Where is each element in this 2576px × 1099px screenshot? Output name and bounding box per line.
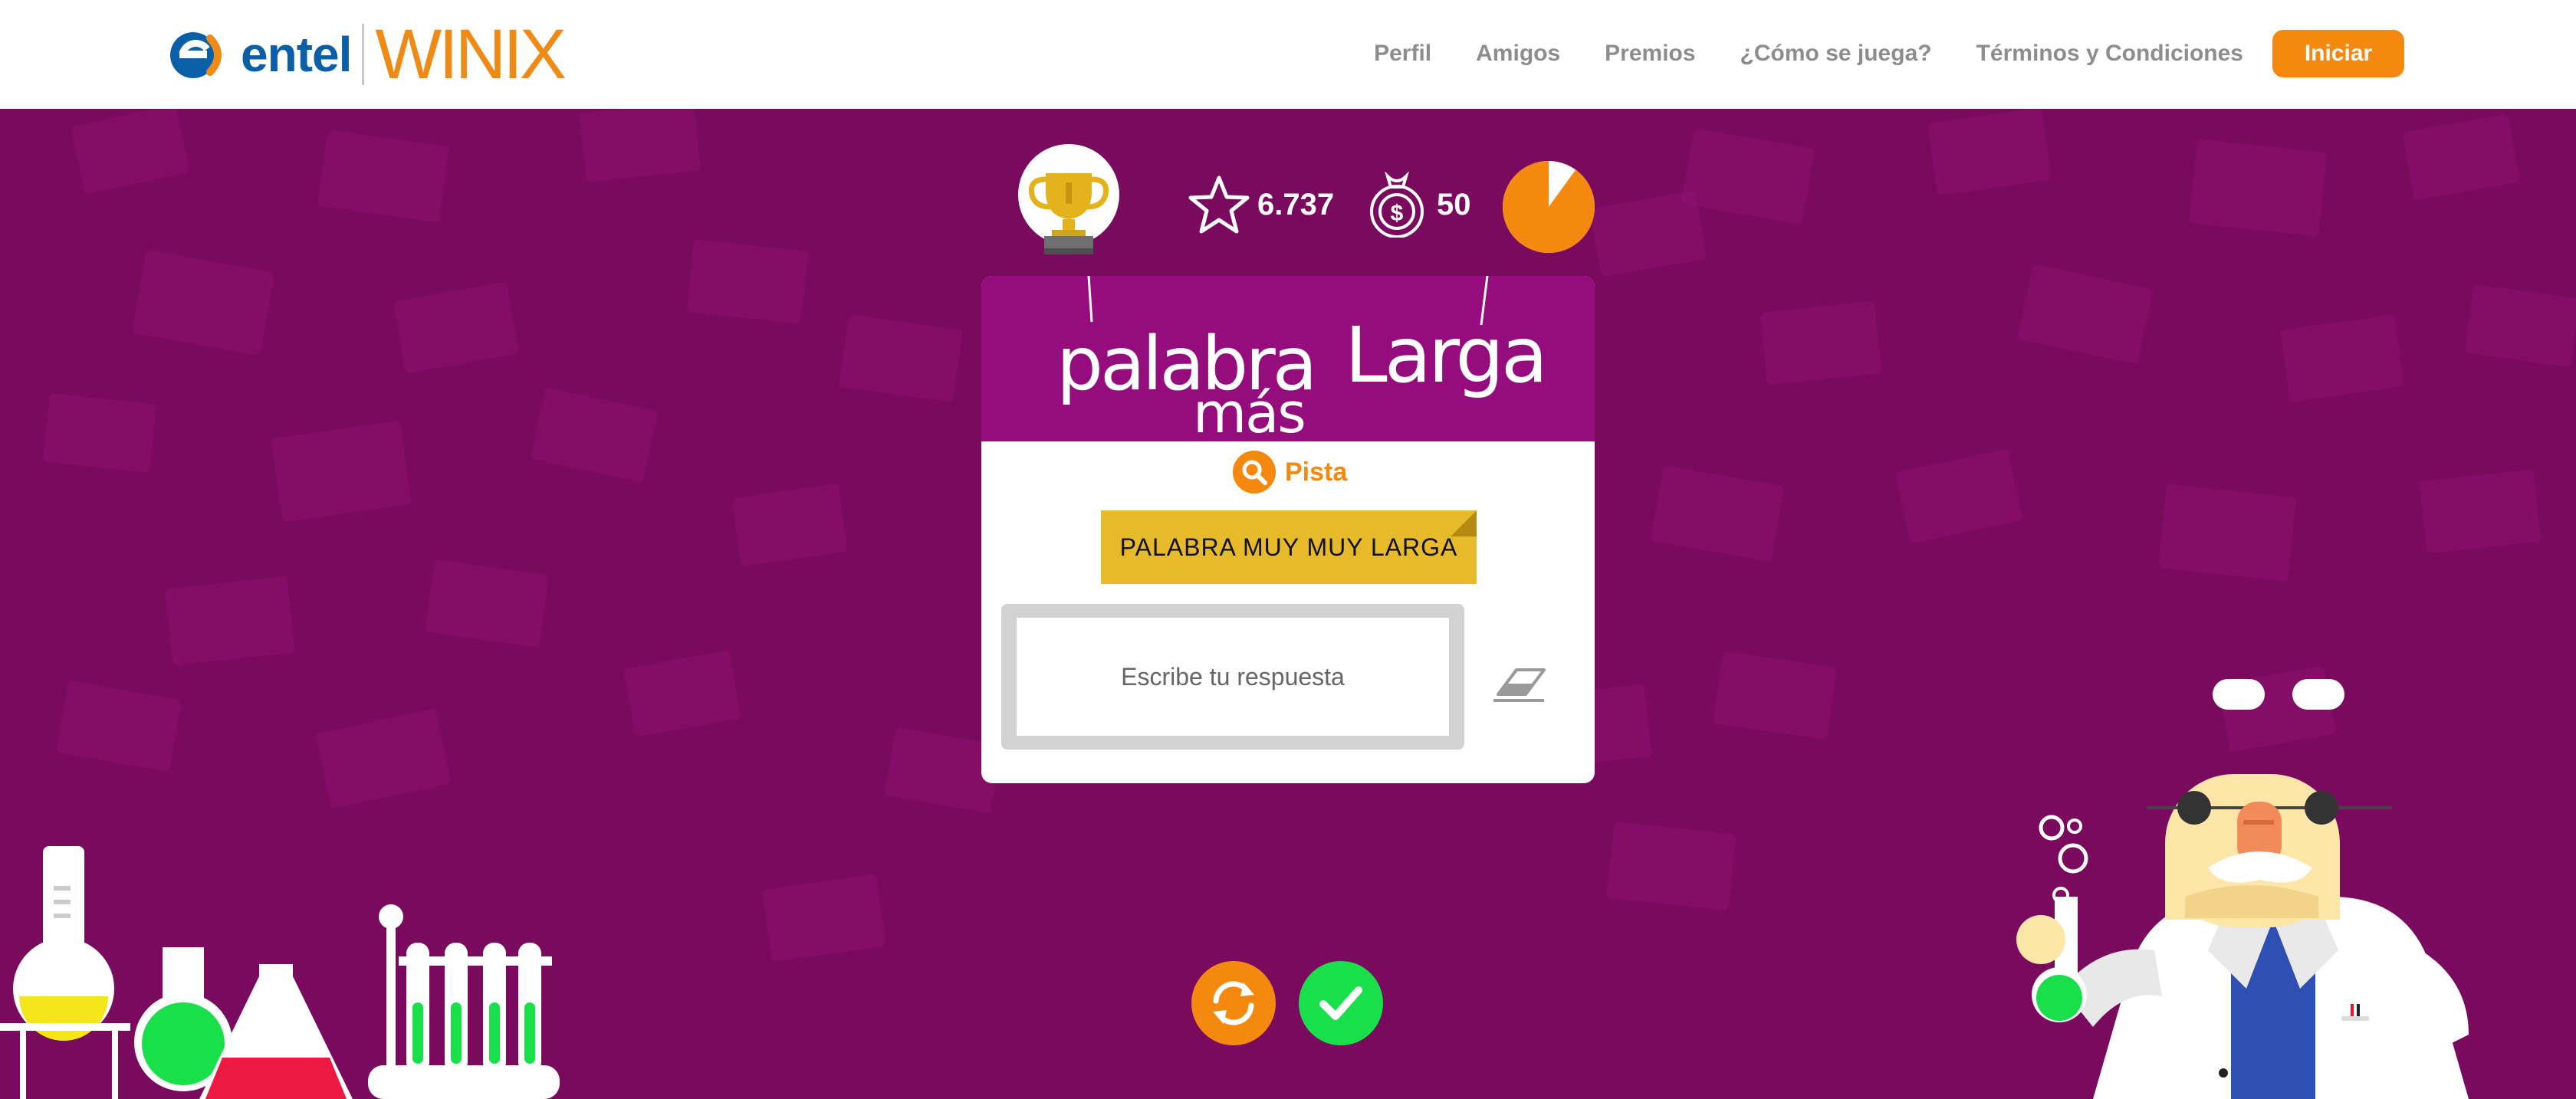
scientist-character bbox=[2016, 679, 2469, 1099]
stats-bar: 6.737 $ 50 bbox=[1012, 144, 1595, 259]
lab-equipment-illustration bbox=[0, 846, 560, 1099]
refresh-button[interactable] bbox=[1191, 961, 1276, 1045]
background-tile bbox=[623, 650, 741, 737]
background-tile bbox=[131, 250, 275, 356]
background-tile bbox=[55, 680, 182, 773]
nav-premios[interactable]: Premios bbox=[1605, 41, 1695, 67]
background-tile bbox=[579, 101, 702, 182]
background-tile bbox=[1760, 300, 1882, 385]
hint-button[interactable]: Pista bbox=[1233, 451, 1347, 494]
entel-e-icon bbox=[170, 32, 222, 78]
background-tile bbox=[1927, 107, 2052, 195]
coins-value: 50 bbox=[1437, 187, 1471, 221]
coins-counter: $ 50 bbox=[1365, 172, 1471, 238]
top-header: entel WINIX Perfil Amigos Premios ¿Cómo … bbox=[0, 0, 2576, 109]
brand-divider bbox=[362, 24, 365, 85]
note-fold-corner bbox=[1451, 510, 1477, 536]
background-tile bbox=[2419, 469, 2542, 554]
background-tile bbox=[393, 281, 520, 374]
word-card: PALABRA MUY MUY LARGA bbox=[1101, 510, 1477, 584]
brand-winix-text: WINIX bbox=[375, 15, 567, 93]
game-title-logo: palabra más Larga bbox=[1056, 276, 1548, 441]
nav-terminos[interactable]: Términos y Condiciones bbox=[1976, 41, 2243, 67]
background-tile bbox=[1681, 127, 1815, 225]
star-icon bbox=[1188, 176, 1250, 234]
background-tile bbox=[762, 874, 886, 962]
background-tile bbox=[1589, 190, 1707, 277]
background-tile bbox=[71, 104, 190, 195]
background-tile bbox=[1650, 464, 1785, 563]
eraser-icon[interactable] bbox=[1490, 659, 1549, 705]
game-card: palabra más Larga Pista PALABRA MUY MUY … bbox=[981, 276, 1595, 783]
background-tile bbox=[2188, 139, 2328, 237]
answer-input[interactable] bbox=[1017, 618, 1449, 736]
nav-amigos[interactable]: Amigos bbox=[1476, 41, 1560, 67]
start-button[interactable]: Iniciar bbox=[2272, 30, 2404, 77]
background-tile bbox=[2402, 113, 2520, 201]
stars-counter: 6.737 bbox=[1188, 175, 1334, 235]
title-word-larga: Larga bbox=[1345, 310, 1545, 400]
trophy-icon[interactable] bbox=[1012, 144, 1127, 259]
refresh-icon bbox=[1213, 981, 1254, 1025]
background-tile bbox=[731, 483, 848, 567]
title-word-mas: más bbox=[1193, 381, 1305, 441]
svg-text:$: $ bbox=[1391, 201, 1404, 226]
hint-label: Pista bbox=[1285, 457, 1348, 487]
check-icon bbox=[1319, 986, 1362, 1020]
word-text: PALABRA MUY MUY LARGA bbox=[1119, 533, 1458, 561]
background-tile bbox=[315, 708, 452, 809]
background-tile bbox=[2157, 484, 2297, 582]
background-tile bbox=[317, 130, 450, 223]
game-title-banner: palabra más Larga bbox=[981, 276, 1595, 441]
background-tile bbox=[1713, 651, 1837, 740]
background-tile bbox=[165, 576, 295, 666]
confirm-button[interactable] bbox=[1299, 961, 1383, 1045]
background-tile bbox=[2464, 284, 2576, 368]
brand-entel-text: entel bbox=[241, 27, 352, 82]
search-icon bbox=[1233, 451, 1276, 494]
background-tile bbox=[1606, 821, 1737, 911]
background-tile bbox=[271, 420, 412, 523]
background-tile bbox=[42, 392, 157, 474]
background-tile bbox=[425, 559, 549, 648]
background-tile bbox=[1894, 448, 2023, 544]
background-tile bbox=[839, 314, 963, 402]
background-tile bbox=[2017, 264, 2154, 365]
answer-box bbox=[1001, 604, 1464, 750]
timer-pie-icon bbox=[1503, 161, 1595, 253]
background-tile bbox=[2280, 314, 2404, 402]
nav-perfil[interactable]: Perfil bbox=[1374, 41, 1431, 67]
background-tile bbox=[686, 239, 809, 324]
stars-value: 6.737 bbox=[1257, 187, 1335, 221]
nav-como-se-juega[interactable]: ¿Cómo se juega? bbox=[1740, 41, 1932, 67]
background-tile bbox=[530, 387, 659, 483]
main-nav: Perfil Amigos Premios ¿Cómo se juega? Té… bbox=[1329, 29, 2404, 78]
brand-logo[interactable]: entel WINIX bbox=[169, 15, 567, 93]
coin-bag-icon: $ bbox=[1370, 172, 1424, 238]
